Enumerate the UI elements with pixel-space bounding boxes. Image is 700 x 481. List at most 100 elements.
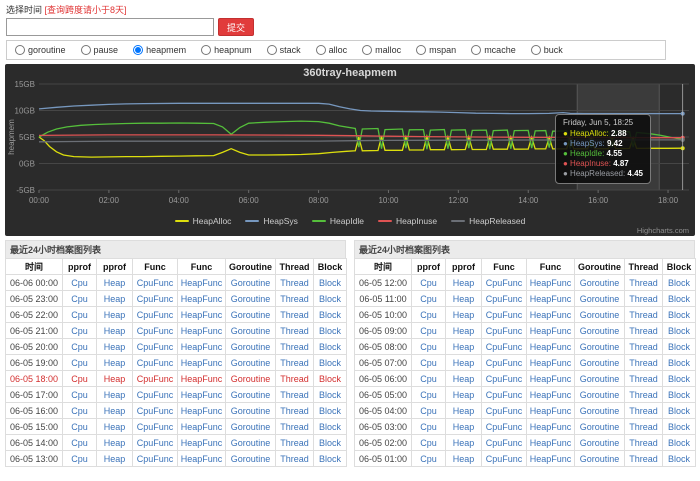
block-link[interactable]: Block: [319, 342, 341, 352]
radio-mspan[interactable]: [416, 45, 426, 55]
radio-heapmem[interactable]: [133, 45, 143, 55]
radio-option-alloc[interactable]: alloc: [316, 45, 348, 55]
heap-link[interactable]: Heap: [104, 342, 126, 352]
cpu-link[interactable]: Cpu: [71, 422, 88, 432]
thread-link[interactable]: Thread: [629, 422, 658, 432]
block-link[interactable]: Block: [668, 454, 690, 464]
block-link[interactable]: Block: [319, 454, 341, 464]
thread-link[interactable]: Thread: [280, 310, 309, 320]
cpufunc-link[interactable]: CpuFunc: [137, 358, 174, 368]
goroutine-link[interactable]: Goroutine: [580, 278, 620, 288]
thread-link[interactable]: Thread: [280, 438, 309, 448]
cpufunc-link[interactable]: CpuFunc: [137, 326, 174, 336]
heapfunc-link[interactable]: HeapFunc: [181, 390, 223, 400]
radio-option-heapmem[interactable]: heapmem: [133, 45, 186, 55]
cpu-link[interactable]: Cpu: [420, 422, 437, 432]
cpufunc-link[interactable]: CpuFunc: [137, 406, 174, 416]
heap-link[interactable]: Heap: [453, 374, 475, 384]
cpufunc-link[interactable]: CpuFunc: [486, 374, 523, 384]
cpu-link[interactable]: Cpu: [420, 358, 437, 368]
heap-link[interactable]: Heap: [104, 390, 126, 400]
goroutine-link[interactable]: Goroutine: [580, 342, 620, 352]
cpufunc-link[interactable]: CpuFunc: [486, 438, 523, 448]
heapfunc-link[interactable]: HeapFunc: [181, 310, 223, 320]
block-link[interactable]: Block: [668, 406, 690, 416]
thread-link[interactable]: Thread: [280, 326, 309, 336]
cpufunc-link[interactable]: CpuFunc: [486, 278, 523, 288]
heap-link[interactable]: Heap: [104, 438, 126, 448]
heapfunc-link[interactable]: HeapFunc: [530, 390, 572, 400]
block-link[interactable]: Block: [319, 422, 341, 432]
radio-stack[interactable]: [267, 45, 277, 55]
heapfunc-link[interactable]: HeapFunc: [181, 406, 223, 416]
cpu-link[interactable]: Cpu: [420, 438, 437, 448]
radio-mcache[interactable]: [471, 45, 481, 55]
cpu-link[interactable]: Cpu: [420, 342, 437, 352]
highcharts-credit[interactable]: Highcharts.com: [637, 226, 689, 235]
cpu-link[interactable]: Cpu: [420, 278, 437, 288]
cpufunc-link[interactable]: CpuFunc: [137, 390, 174, 400]
heapfunc-link[interactable]: HeapFunc: [530, 326, 572, 336]
cpufunc-link[interactable]: CpuFunc: [137, 310, 174, 320]
heap-link[interactable]: Heap: [453, 310, 475, 320]
thread-link[interactable]: Thread: [629, 438, 658, 448]
thread-link[interactable]: Thread: [629, 454, 658, 464]
goroutine-link[interactable]: Goroutine: [580, 326, 620, 336]
block-link[interactable]: Block: [319, 310, 341, 320]
radio-malloc[interactable]: [362, 45, 372, 55]
heap-link[interactable]: Heap: [453, 342, 475, 352]
heapfunc-link[interactable]: HeapFunc: [181, 438, 223, 448]
block-link[interactable]: Block: [668, 374, 690, 384]
chart-plot[interactable]: 15GB10GB5GB0GB-5GB00:0002:0004:0006:0008…: [5, 80, 695, 214]
cpufunc-link[interactable]: CpuFunc: [486, 326, 523, 336]
radio-heapnum[interactable]: [201, 45, 211, 55]
cpu-link[interactable]: Cpu: [71, 454, 88, 464]
heap-link[interactable]: Heap: [104, 374, 126, 384]
goroutine-link[interactable]: Goroutine: [231, 326, 271, 336]
cpufunc-link[interactable]: CpuFunc: [486, 342, 523, 352]
block-link[interactable]: Block: [668, 294, 690, 304]
cpu-link[interactable]: Cpu: [420, 310, 437, 320]
heapfunc-link[interactable]: HeapFunc: [181, 454, 223, 464]
heapfunc-link[interactable]: HeapFunc: [530, 374, 572, 384]
cpu-link[interactable]: Cpu: [420, 406, 437, 416]
block-link[interactable]: Block: [668, 310, 690, 320]
block-link[interactable]: Block: [668, 358, 690, 368]
heap-link[interactable]: Heap: [104, 406, 126, 416]
heap-link[interactable]: Heap: [453, 358, 475, 368]
cpu-link[interactable]: Cpu: [71, 310, 88, 320]
heap-link[interactable]: Heap: [453, 406, 475, 416]
goroutine-link[interactable]: Goroutine: [231, 438, 271, 448]
thread-link[interactable]: Thread: [629, 326, 658, 336]
goroutine-link[interactable]: Goroutine: [580, 438, 620, 448]
cpufunc-link[interactable]: CpuFunc: [137, 342, 174, 352]
cpu-link[interactable]: Cpu: [420, 326, 437, 336]
thread-link[interactable]: Thread: [629, 278, 658, 288]
cpufunc-link[interactable]: CpuFunc: [137, 294, 174, 304]
legend-item-heapreleased[interactable]: HeapReleased: [451, 216, 525, 226]
legend-item-heapalloc[interactable]: HeapAlloc: [175, 216, 232, 226]
heapfunc-link[interactable]: HeapFunc: [181, 358, 223, 368]
goroutine-link[interactable]: Goroutine: [580, 454, 620, 464]
block-link[interactable]: Block: [319, 390, 341, 400]
cpu-link[interactable]: Cpu: [71, 278, 88, 288]
goroutine-link[interactable]: Goroutine: [231, 294, 271, 304]
block-link[interactable]: Block: [319, 278, 341, 288]
cpufunc-link[interactable]: CpuFunc: [137, 438, 174, 448]
goroutine-link[interactable]: Goroutine: [580, 422, 620, 432]
cpu-link[interactable]: Cpu: [71, 390, 88, 400]
cpufunc-link[interactable]: CpuFunc: [486, 294, 523, 304]
heapfunc-link[interactable]: HeapFunc: [530, 278, 572, 288]
block-link[interactable]: Block: [319, 358, 341, 368]
heap-link[interactable]: Heap: [104, 326, 126, 336]
block-link[interactable]: Block: [319, 294, 341, 304]
heap-link[interactable]: Heap: [104, 310, 126, 320]
heapfunc-link[interactable]: HeapFunc: [530, 342, 572, 352]
heap-link[interactable]: Heap: [104, 454, 126, 464]
thread-link[interactable]: Thread: [280, 406, 309, 416]
block-link[interactable]: Block: [668, 422, 690, 432]
heapfunc-link[interactable]: HeapFunc: [530, 294, 572, 304]
heapfunc-link[interactable]: HeapFunc: [530, 310, 572, 320]
goroutine-link[interactable]: Goroutine: [580, 294, 620, 304]
goroutine-link[interactable]: Goroutine: [231, 374, 271, 384]
